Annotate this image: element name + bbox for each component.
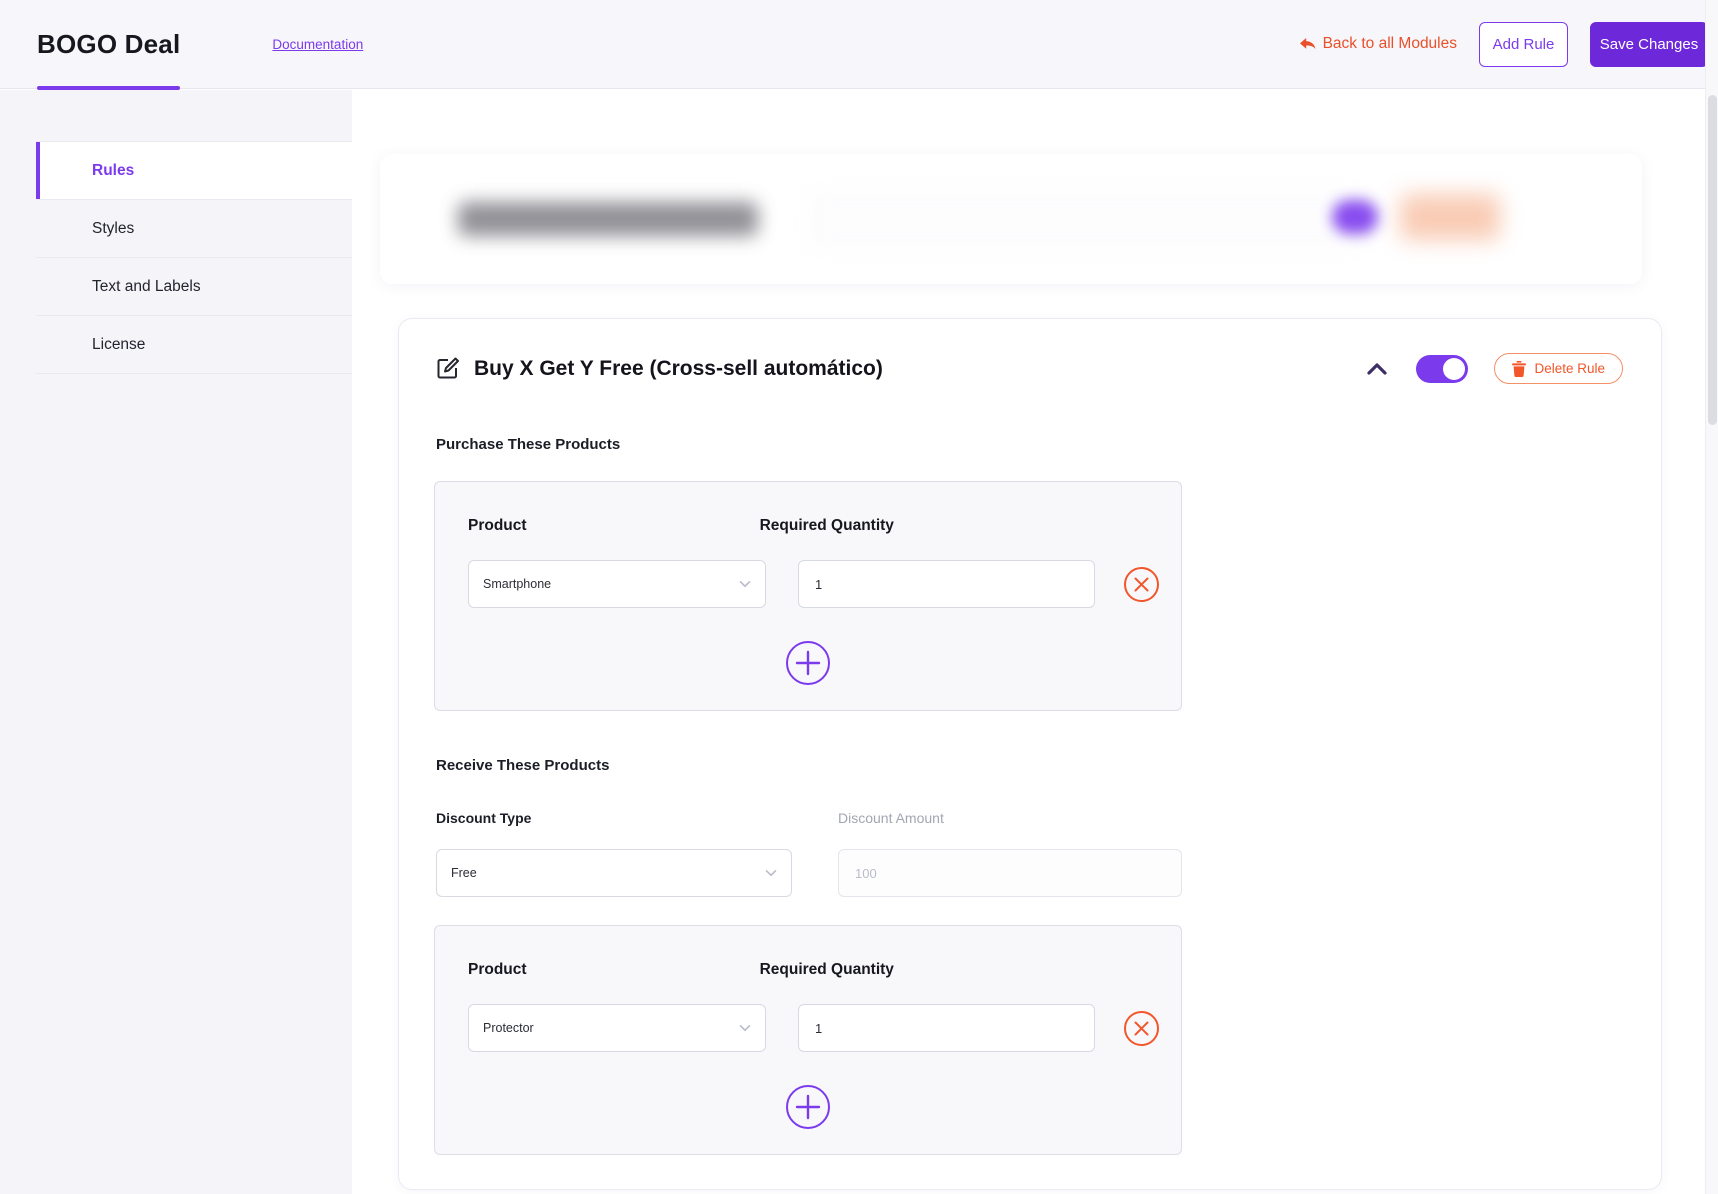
save-changes-button[interactable]: Save Changes: [1590, 21, 1708, 67]
sidebar-item-label: Rules: [92, 161, 135, 179]
toggle-knob: [1443, 357, 1466, 380]
back-arrow-icon: [1299, 37, 1316, 52]
add-row: [468, 640, 1181, 686]
quantity-column-label: Required Quantity: [759, 517, 894, 534]
topbar-actions: Back to all Modules Add Rule Save Change…: [1299, 21, 1708, 67]
discount-amount-label: Discount Amount: [838, 810, 944, 826]
quantity-column-label: Required Quantity: [759, 961, 894, 978]
collapsed-rule-card-redacted[interactable]: [380, 154, 1642, 284]
back-link-label: Back to all Modules: [1322, 35, 1457, 52]
sidebar-nav: Rules Styles Text and Labels License: [36, 141, 352, 374]
add-product-button[interactable]: [785, 640, 831, 686]
page-scrollbar[interactable]: [1705, 0, 1718, 1194]
purchase-section-heading: Purchase These Products: [436, 436, 621, 453]
discount-type-field: Discount Type Free: [436, 810, 792, 897]
trash-icon: [1512, 360, 1527, 377]
remove-product-button[interactable]: [1123, 1010, 1160, 1047]
rule-controls: Delete Rule: [1364, 353, 1623, 384]
product-column-label: Product: [468, 517, 527, 534]
edit-pencil-icon[interactable]: [435, 356, 460, 381]
receive-section-heading: Receive These Products: [436, 757, 610, 774]
panel-labels: Product Required Quantity: [468, 517, 1181, 535]
discount-row: Discount Type Free Discount Amount: [436, 810, 1661, 897]
rule-title-row: Buy X Get Y Free (Cross-sell automático): [435, 356, 883, 381]
active-tab-indicator: [37, 85, 180, 90]
receive-product-select[interactable]: Protector: [468, 1004, 766, 1052]
sidebar: Rules Styles Text and Labels License: [0, 90, 352, 1194]
scrollbar-thumb[interactable]: [1708, 95, 1717, 425]
documentation-link[interactable]: Documentation: [272, 37, 363, 52]
circle-x-icon: [1123, 566, 1160, 603]
back-to-modules-link[interactable]: Back to all Modules: [1299, 35, 1457, 53]
sidebar-item-label: Styles: [92, 219, 135, 237]
discount-type-label: Discount Type: [436, 810, 532, 826]
redacted-rule-title: [458, 202, 758, 236]
purchase-quantity-input[interactable]: [798, 560, 1095, 608]
chevron-down-icon: [765, 869, 777, 877]
selected-discount-type: Free: [451, 866, 477, 880]
remove-product-button[interactable]: [1123, 566, 1160, 603]
selected-product: Protector: [483, 1021, 534, 1035]
redacted-rule-field: [810, 194, 1370, 246]
panel-labels: Product Required Quantity: [468, 961, 1181, 979]
rule-card: Buy X Get Y Free (Cross-sell automático): [398, 318, 1662, 1190]
add-rule-button[interactable]: Add Rule: [1479, 21, 1568, 67]
purchase-products-panel: Product Required Quantity Smartphone: [434, 481, 1182, 711]
receive-product-row: Protector: [468, 1004, 1181, 1052]
circle-plus-icon: [785, 640, 831, 686]
page: BOGO Deal Documentation Back to all Modu…: [0, 0, 1718, 1194]
discount-amount-field: Discount Amount: [838, 810, 1182, 897]
discount-amount-input[interactable]: [838, 849, 1182, 897]
sidebar-item-license[interactable]: License: [36, 316, 352, 374]
sidebar-item-label: Text and Labels: [92, 277, 201, 295]
main-content: Buy X Get Y Free (Cross-sell automático): [352, 90, 1718, 1194]
topbar: BOGO Deal Documentation Back to all Modu…: [0, 0, 1718, 90]
redacted-delete-button: [1400, 194, 1500, 240]
sidebar-item-label: License: [92, 335, 146, 353]
redacted-rule-toggle: [1332, 200, 1378, 234]
sidebar-item-rules[interactable]: Rules: [36, 142, 352, 200]
rule-header: Buy X Get Y Free (Cross-sell automático): [399, 319, 1661, 384]
chevron-up-icon: [1366, 362, 1388, 376]
delete-rule-button[interactable]: Delete Rule: [1494, 353, 1623, 384]
add-row: [468, 1084, 1181, 1130]
selected-product: Smartphone: [483, 577, 552, 591]
chevron-down-icon: [739, 1024, 751, 1032]
circle-x-icon: [1123, 1010, 1160, 1047]
rule-enabled-toggle[interactable]: [1416, 354, 1469, 383]
purchase-product-select[interactable]: Smartphone: [468, 560, 766, 608]
collapse-rule-button[interactable]: [1364, 360, 1390, 378]
sidebar-item-text-and-labels[interactable]: Text and Labels: [36, 258, 352, 316]
add-product-button[interactable]: [785, 1084, 831, 1130]
product-column-label: Product: [468, 961, 527, 978]
receive-products-panel: Product Required Quantity Protector: [434, 925, 1182, 1155]
page-title: BOGO Deal: [37, 28, 181, 59]
purchase-product-row: Smartphone: [468, 560, 1181, 608]
chevron-down-icon: [739, 580, 751, 588]
discount-type-select[interactable]: Free: [436, 849, 792, 897]
app-title-tab: BOGO Deal: [37, 0, 181, 90]
circle-plus-icon: [785, 1084, 831, 1130]
rule-title: Buy X Get Y Free (Cross-sell automático): [474, 356, 883, 380]
receive-quantity-input[interactable]: [798, 1004, 1095, 1052]
delete-rule-label: Delete Rule: [1534, 361, 1605, 376]
sidebar-item-styles[interactable]: Styles: [36, 200, 352, 258]
